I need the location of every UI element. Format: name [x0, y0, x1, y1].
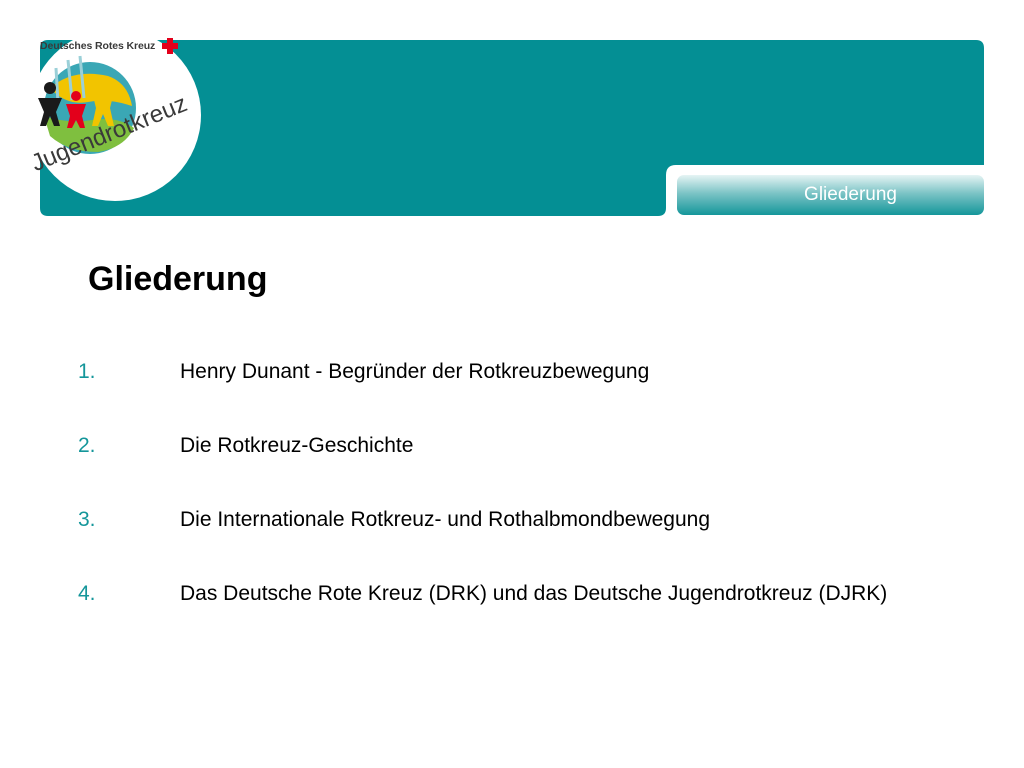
section-tab[interactable]: Gliederung: [677, 175, 984, 215]
list-item-text: Die Internationale Rotkreuz- und Rothalb…: [180, 508, 711, 531]
logo-brand-text: Deutsches Rotes Kreuz: [40, 40, 156, 52]
list-item: 4. Das Deutsche Rote Kreuz (DRK) und das…: [78, 576, 978, 612]
list-item: 3. Die Internationale Rotkreuz- und Roth…: [78, 502, 978, 538]
list-item-number: 2.: [78, 434, 96, 457]
list-item-number: 1.: [78, 360, 96, 383]
list-item-text: Die Rotkreuz-Geschichte: [180, 434, 414, 457]
page-title: Gliederung: [88, 260, 268, 298]
list-item-number: 4.: [78, 582, 96, 605]
list-item: 2. Die Rotkreuz-Geschichte: [78, 428, 978, 464]
list-item-text: Henry Dunant - Begründer der Rotkreuzbew…: [180, 360, 650, 383]
list-item-text: Das Deutsche Rote Kreuz (DRK) und das De…: [180, 582, 888, 605]
list-item-number: 3.: [78, 508, 96, 531]
list-item: 1. Henry Dunant - Begründer der Rotkreuz…: [78, 354, 978, 390]
outline-list: 1. Henry Dunant - Begründer der Rotkreuz…: [78, 354, 978, 650]
red-cross-icon: [162, 38, 178, 54]
